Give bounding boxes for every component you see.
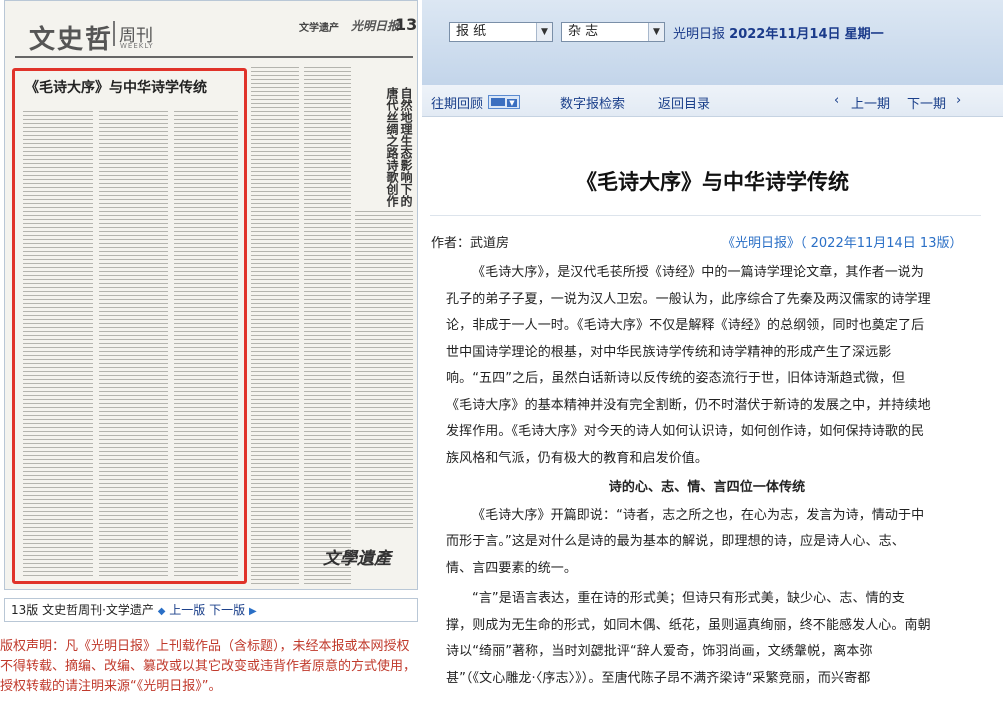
app-window: 文史哲 周刊 WEEKLY 文学遗产 光明日报 13 《毛诗大序》与中华诗学传统… — [0, 0, 1003, 709]
column-gap — [93, 111, 99, 577]
weekday: 星期一 — [844, 27, 884, 42]
text-line: 世中国诗学理论的根基，对中华民族诗学传统和诗学精神的形成产生了深远影 — [446, 344, 892, 360]
magazine-select[interactable]: 杂 志 ▼ — [561, 22, 665, 42]
text-line: 族风格和气派，仍有极大的教育和启发价值。 — [446, 450, 709, 466]
prev-page-arrow-icon[interactable]: ◆ — [158, 606, 166, 617]
text-line: 甚”（《文心雕龙·〈序志〉》）。至唐代陈子昂不满齐梁诗“采繁竞丽，而兴寄都 — [446, 670, 871, 686]
prev-page-link[interactable]: 上一版 — [169, 603, 205, 617]
text-line: 论，非成于一人一时。《毛诗大序》不仅是解释《诗经》的总纲领，同时也奠定了后 — [446, 318, 925, 333]
chevron-down-icon: ▼ — [507, 99, 517, 107]
top-bar — [422, 0, 1003, 85]
next-issue-link[interactable]: 下一期 — [907, 93, 946, 112]
text-line: 《毛诗大序》的基本精神并没有完全割断，仍不时潜伏于新诗的发展之中，并持续地 — [446, 397, 931, 413]
paper-name: 光明日报 — [673, 27, 726, 42]
page-preview-panel: 文史哲 周刊 WEEKLY 文学遗产 光明日报 13 《毛诗大序》与中华诗学传统… — [0, 0, 422, 709]
chevron-left-icon[interactable]: ‹ — [834, 93, 839, 108]
text-line: 发挥作用。《毛诗大序》对今天的诗人如何认识诗，如何创作诗，如何保持诗歌的民 — [446, 424, 925, 439]
title-divider — [430, 215, 981, 216]
text-line: “言”是语言表达，重在诗的形式美；但诗只有形式美，缺少心、志、情的支 — [472, 591, 905, 606]
text-line: 响。“五四”之后，虽然白话新诗以反传统的姿态流行于世，旧体诗渐趋式微，但 — [446, 371, 906, 386]
article-source-link[interactable]: 《光明日报》（ 2022年11月14日 13版） — [722, 232, 962, 251]
newspaper-page-image[interactable]: 文史哲 周刊 WEEKLY 文学遗产 光明日报 13 《毛诗大序》与中华诗学传统… — [4, 0, 418, 590]
region-text-block — [23, 111, 238, 577]
calendar-dropdown-icon[interactable]: ▼ — [488, 95, 520, 109]
newspaper-select-value: 报 纸 — [456, 24, 487, 39]
text-line: 撑，则成为无生命的形式，如同木偶、纸花，虽则逼真绚丽，终不能感发人心。南朝 — [446, 617, 931, 633]
chevron-down-icon[interactable]: ▼ — [536, 23, 552, 41]
section-subheading: 诗的心、志、情、言四位一体传统 — [608, 480, 806, 495]
next-page-arrow-icon[interactable]: ▶ — [249, 606, 257, 617]
section-label: 文学遗产 — [299, 23, 339, 34]
header-rule — [15, 56, 413, 58]
archive-link[interactable]: 往期回顾 — [431, 93, 483, 112]
masthead: 文史哲 — [29, 25, 114, 55]
text-line: 孔子的弟子子夏，一说为汉人卫宏。一般认为，此序综合了先秦及两汉儒家的诗学理 — [446, 291, 931, 307]
right-article-title: 自然地理生态影响下的唐代丝绸之路诗歌创作 — [385, 87, 413, 207]
article-body: 《毛诗大序》，是汉代毛苌所授《诗经》中的一篇诗学理论文章，其作者一说为 孔子的弟… — [446, 260, 968, 692]
digital-search-link[interactable]: 数字报检索 — [560, 93, 625, 112]
copyright-notice: 版权声明：凡《光明日报》上刊载作品（含标题），未经本报或本网授权不得转载、摘编、… — [0, 639, 417, 694]
text-line: 诗以“绮丽”著称，当时刘勰批评“辞人爱奇，饰羽尚画，文绣鞶帨，离本弥 — [446, 644, 873, 659]
paper-header: 文史哲 周刊 WEEKLY 文学遗产 光明日报 13 — [5, 1, 417, 61]
paper-logo: 光明日报 — [351, 19, 400, 33]
issue-date: 2022年11月14日 — [729, 27, 841, 42]
magazine-select-value: 杂 志 — [568, 24, 599, 39]
text-line: 情、言四要素的统一。 — [446, 560, 578, 576]
text-line: 《毛诗大序》，是汉代毛苌所授《诗经》中的一篇诗学理论文章，其作者一说为 — [472, 265, 925, 280]
calendar-icon-body — [491, 98, 505, 106]
paragraph-2: 《毛诗大序》开篇即说：“诗者，志之所之也，在心为志，发言为诗，情动于中 而形于言… — [446, 503, 968, 583]
selected-article-region[interactable]: 《毛诗大序》与中华诗学传统 — [12, 68, 247, 584]
back-to-contents-link[interactable]: 返回目录 — [658, 93, 710, 112]
paragraph-3: “言”是语言表达，重在诗的形式美；但诗只有形式美，缺少心、志、情的支 撑，则成为… — [446, 586, 968, 692]
paragraph-1: 《毛诗大序》，是汉代毛苌所授《诗经》中的一篇诗学理论文章，其作者一说为 孔子的弟… — [446, 260, 968, 472]
next-page-link[interactable]: 下一版 — [209, 603, 245, 617]
text-line: 而形于言。”这是对什么是诗的最为基本的解说，即理想的诗，应是诗人心、志、 — [446, 534, 905, 549]
issue-date-line: 光明日报 2022年11月14日 星期一 — [673, 23, 884, 42]
column-gap — [299, 67, 304, 587]
article-author: 作者：武道房 — [431, 236, 510, 251]
weekly-label: WEEKLY — [120, 42, 154, 50]
chevron-right-icon[interactable]: › — [956, 93, 961, 108]
article-title: 《毛诗大序》与中华诗学传统 — [576, 170, 849, 194]
text-line: 《毛诗大序》开篇即说：“诗者，志之所之也，在心为志，发言为诗，情动于中 — [472, 507, 925, 523]
region-article-title: 《毛诗大序》与中华诗学传统 — [25, 80, 207, 96]
column-gap — [168, 111, 174, 577]
page-navigation-bar: 13版 文史哲周刊·文学遗产 ◆ 上一版 下一版 ▶ — [4, 598, 418, 622]
prev-issue-link[interactable]: 上一期 — [851, 93, 890, 112]
page-label: 13版 文史哲周刊·文学遗产 — [11, 603, 154, 617]
other-article-text — [355, 211, 413, 531]
newspaper-select[interactable]: 报 纸 ▼ — [449, 22, 553, 42]
chevron-down-icon[interactable]: ▼ — [648, 23, 664, 41]
wenxue-yichan-logo: 文學遺產 — [323, 549, 391, 569]
page-number: 13 — [395, 15, 418, 34]
